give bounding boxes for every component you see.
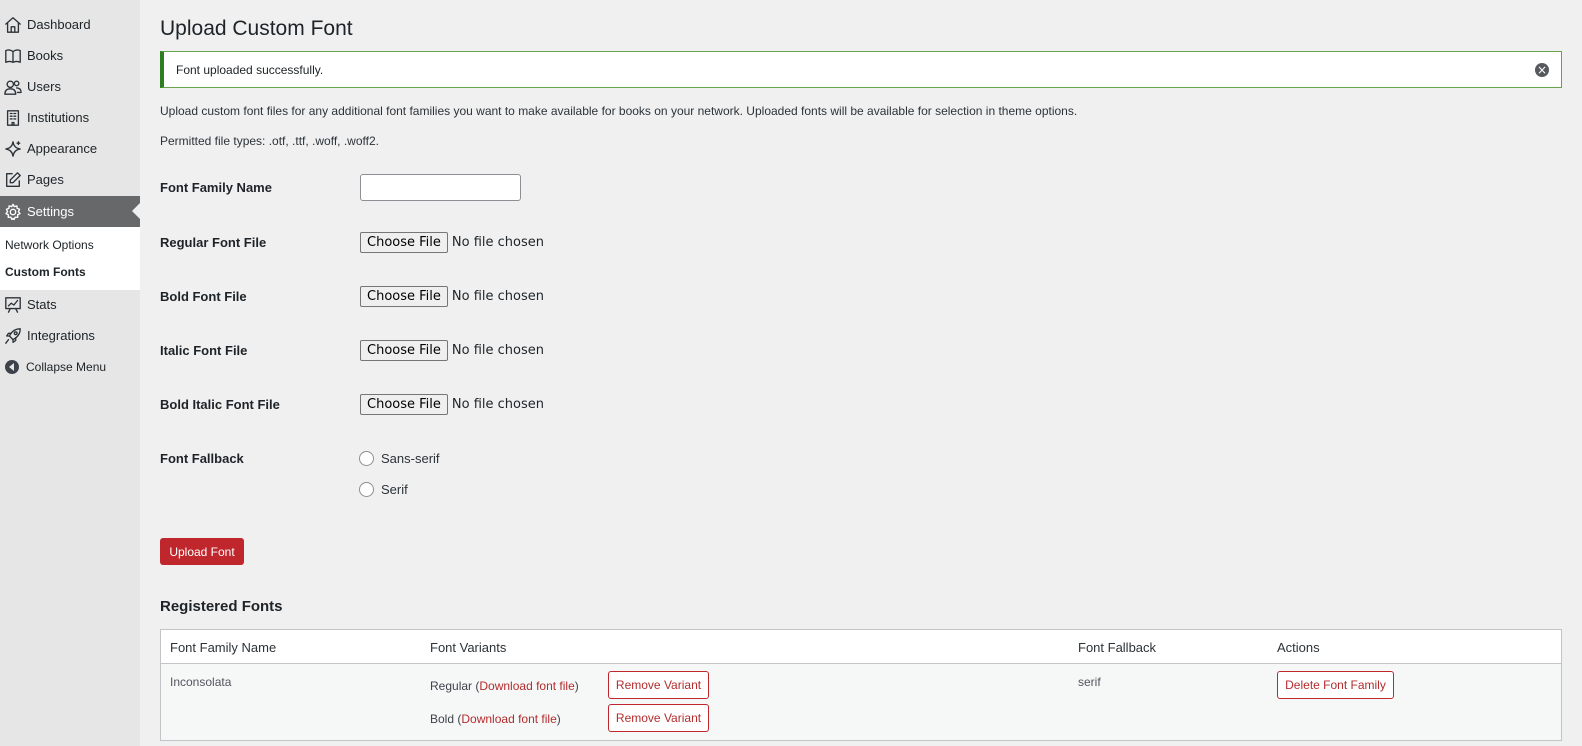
font-family-cell: Inconsolata bbox=[170, 675, 232, 689]
regular-file-status: No file chosen bbox=[451, 235, 544, 250]
menu-dashboard[interactable]: Dashboard bbox=[0, 9, 140, 40]
bold-file-input: Choose File No file chosen bbox=[360, 286, 544, 307]
bold-file-status: No file chosen bbox=[451, 289, 544, 304]
settings-submenu: Network Options Custom Fonts bbox=[0, 227, 140, 290]
variant-regular-name: Regular bbox=[430, 679, 473, 693]
bold-choose-file-button[interactable]: Choose File bbox=[360, 286, 448, 307]
book-icon bbox=[3, 46, 23, 66]
bold-italic-file-status: No file chosen bbox=[451, 397, 544, 412]
variant-bold: Bold (Download font file) bbox=[430, 712, 561, 726]
menu-institutions[interactable]: Institutions bbox=[0, 102, 140, 133]
menu-users[interactable]: Users bbox=[0, 71, 140, 102]
bold-italic-file-label: Bold Italic Font File bbox=[160, 397, 280, 412]
download-bold-link[interactable]: Download font file bbox=[461, 712, 556, 726]
page-description: Upload custom font files for any additio… bbox=[160, 104, 1078, 118]
regular-file-input: Choose File No file chosen bbox=[360, 232, 544, 253]
font-family-label: Font Family Name bbox=[160, 180, 272, 195]
italic-file-label: Italic Font File bbox=[160, 343, 248, 358]
menu-institutions-label: Institutions bbox=[27, 110, 90, 125]
fallback-option-sans-serif[interactable]: Sans-serif bbox=[359, 451, 440, 466]
font-family-input[interactable] bbox=[360, 174, 521, 201]
remove-bold-variant-button[interactable]: Remove Variant bbox=[608, 704, 709, 732]
variant-bold-name: Bold bbox=[430, 712, 455, 726]
delete-font-family-button[interactable]: Delete Font Family bbox=[1277, 671, 1394, 699]
menu-stats[interactable]: Stats bbox=[0, 289, 140, 320]
success-notice: Font uploaded successfully. bbox=[160, 51, 1562, 88]
sparkle-icon bbox=[3, 139, 23, 159]
users-icon bbox=[3, 77, 23, 97]
menu-books-label: Books bbox=[27, 48, 64, 63]
italic-choose-file-button[interactable]: Choose File bbox=[360, 340, 448, 361]
column-header-fallback: Font Fallback bbox=[1078, 640, 1157, 655]
menu-dashboard-label: Dashboard bbox=[27, 17, 91, 32]
menu-appearance-label: Appearance bbox=[27, 141, 98, 156]
collapse-icon bbox=[5, 359, 19, 374]
italic-file-status: No file chosen bbox=[451, 343, 544, 358]
chart-icon bbox=[3, 295, 23, 315]
sans-serif-label: Sans-serif bbox=[381, 451, 440, 466]
menu-integrations[interactable]: Integrations bbox=[0, 320, 140, 351]
bold-italic-choose-file-button[interactable]: Choose File bbox=[360, 394, 448, 415]
sans-serif-radio[interactable] bbox=[359, 451, 374, 466]
admin-sidebar: Dashboard Books Users Institutions Appea… bbox=[0, 0, 140, 746]
regular-choose-file-button[interactable]: Choose File bbox=[360, 232, 448, 253]
permitted-types: Permitted file types: .otf, .ttf, .woff,… bbox=[160, 134, 379, 148]
menu-settings-label: Settings bbox=[27, 204, 74, 219]
menu-collapse[interactable]: Collapse Menu bbox=[0, 351, 140, 382]
gear-icon bbox=[3, 202, 23, 222]
menu-users-label: Users bbox=[27, 79, 61, 94]
italic-file-input: Choose File No file chosen bbox=[360, 340, 544, 361]
variant-regular: Regular (Download font file) bbox=[430, 679, 579, 693]
menu-pages-label: Pages bbox=[27, 172, 64, 187]
registered-fonts-table: Font Family Name Font Variants Font Fall… bbox=[160, 629, 1562, 741]
page-title: Upload Custom Font bbox=[160, 17, 353, 40]
home-icon bbox=[3, 15, 23, 35]
building-icon bbox=[3, 108, 23, 128]
edit-icon bbox=[3, 170, 23, 190]
menu-books[interactable]: Books bbox=[0, 40, 140, 71]
column-header-actions: Actions bbox=[1277, 640, 1320, 655]
serif-label: Serif bbox=[381, 482, 408, 497]
bold-file-label: Bold Font File bbox=[160, 289, 247, 304]
regular-file-label: Regular Font File bbox=[160, 235, 267, 250]
notice-text: Font uploaded successfully. bbox=[176, 62, 324, 77]
submenu-custom-fonts[interactable]: Custom Fonts bbox=[5, 265, 86, 279]
rocket-icon bbox=[3, 326, 23, 346]
menu-stats-label: Stats bbox=[27, 297, 57, 312]
menu-integrations-label: Integrations bbox=[27, 328, 95, 343]
fallback-option-serif[interactable]: Serif bbox=[359, 482, 408, 497]
menu-settings[interactable]: Settings bbox=[0, 196, 140, 227]
column-header-family: Font Family Name bbox=[170, 640, 277, 655]
upload-font-button[interactable]: Upload Font bbox=[160, 538, 244, 565]
serif-radio[interactable] bbox=[359, 482, 374, 497]
menu-pages[interactable]: Pages bbox=[0, 164, 140, 195]
registered-fonts-heading: Registered Fonts bbox=[160, 598, 283, 615]
bold-italic-file-input: Choose File No file chosen bbox=[360, 394, 544, 415]
font-fallback-cell: serif bbox=[1078, 675, 1101, 689]
table-header: Font Family Name Font Variants Font Fall… bbox=[161, 630, 1561, 664]
column-header-variants: Font Variants bbox=[430, 640, 507, 655]
table-row: Inconsolata Regular (Download font file)… bbox=[161, 664, 1561, 740]
font-fallback-label: Font Fallback bbox=[160, 451, 244, 466]
menu-appearance[interactable]: Appearance bbox=[0, 133, 140, 164]
remove-regular-variant-button[interactable]: Remove Variant bbox=[608, 671, 709, 699]
download-regular-link[interactable]: Download font file bbox=[479, 679, 574, 693]
menu-collapse-label: Collapse Menu bbox=[26, 359, 107, 374]
submenu-network-options[interactable]: Network Options bbox=[5, 238, 94, 252]
dismiss-icon[interactable] bbox=[1535, 63, 1549, 77]
